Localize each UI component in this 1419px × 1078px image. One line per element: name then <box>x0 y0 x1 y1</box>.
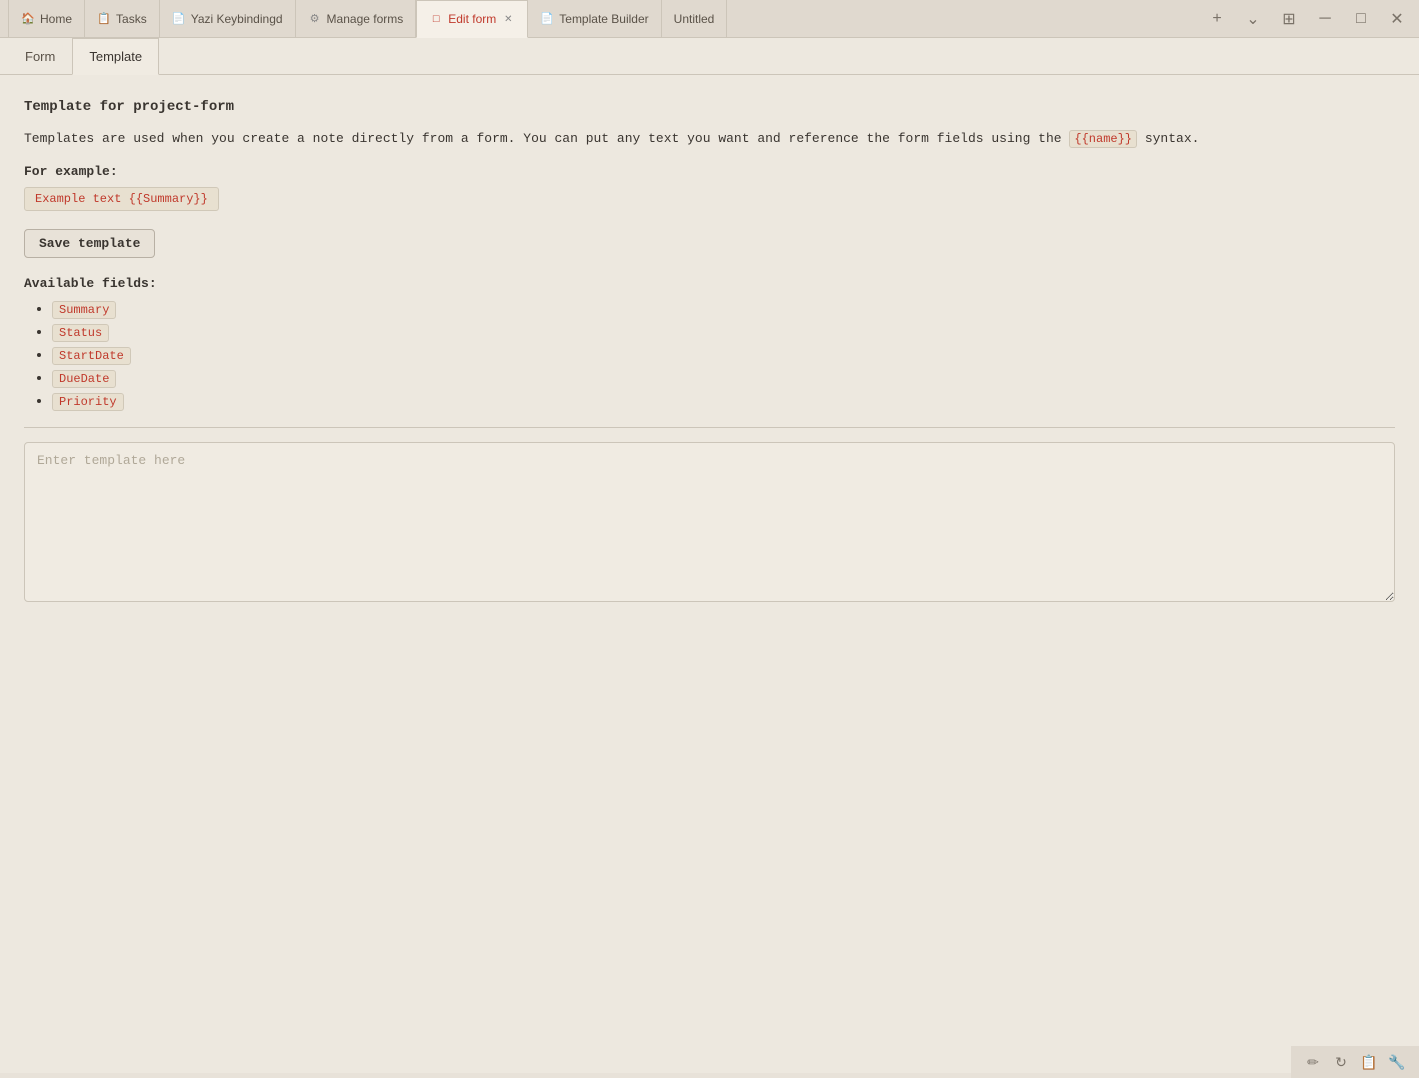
description-part1: Templates are used when you create a not… <box>24 131 1062 146</box>
statusbar-clipboard-icon[interactable]: 📋 <box>1359 1052 1379 1072</box>
list-item: StartDate <box>52 347 1395 365</box>
add-tab-button[interactable]: + <box>1203 5 1231 33</box>
template-textarea[interactable] <box>24 442 1395 602</box>
field-tag: Priority <box>52 393 124 411</box>
description-text: Templates are used when you create a not… <box>24 129 1395 150</box>
tab-home[interactable]: 🏠 Home <box>8 0 85 38</box>
field-tag: StartDate <box>52 347 131 365</box>
section-title: Template for project-form <box>24 99 1395 115</box>
tab-manage-forms[interactable]: ⚙ Manage forms <box>296 0 417 38</box>
tab-home-label: Home <box>40 12 72 26</box>
maximize-button[interactable]: □ <box>1347 5 1375 33</box>
minimize-button[interactable]: ─ <box>1311 5 1339 33</box>
tab-yazi-label: Yazi Keybindingd <box>191 12 283 26</box>
tab-form-label: Form <box>25 49 55 64</box>
titlebar-controls: + ⌄ ⊞ ─ □ ✕ <box>1203 5 1411 33</box>
yazi-icon: 📄 <box>172 12 186 26</box>
statusbar: ✏ ↻ 📋 🔧 <box>1291 1046 1419 1078</box>
close-window-button[interactable]: ✕ <box>1383 5 1411 33</box>
tab-tasks-label: Tasks <box>116 12 147 26</box>
tab-tasks[interactable]: 📋 Tasks <box>85 0 160 38</box>
tab-untitled-label: Untitled <box>674 12 715 26</box>
field-tag: Summary <box>52 301 116 319</box>
example-label: For example: <box>24 164 1395 179</box>
save-template-button[interactable]: Save template <box>24 229 155 258</box>
example-code-block: Example text {{Summary}} <box>24 187 219 211</box>
list-item: DueDate <box>52 370 1395 388</box>
chevron-button[interactable]: ⌄ <box>1239 5 1267 33</box>
description-part2: syntax. <box>1145 131 1200 146</box>
tab-template-label: Template <box>89 49 142 64</box>
content-tabs: Form Template <box>0 38 1419 75</box>
titlebar: 🏠 Home 📋 Tasks 📄 Yazi Keybindingd ⚙ Mana… <box>0 0 1419 38</box>
field-tag: DueDate <box>52 370 116 388</box>
main-content: Template for project-form Templates are … <box>0 75 1419 1073</box>
list-item: Priority <box>52 393 1395 411</box>
list-item: Summary <box>52 301 1395 319</box>
home-icon: 🏠 <box>21 12 35 26</box>
statusbar-settings-icon[interactable]: 🔧 <box>1387 1052 1407 1072</box>
tab-edit-form[interactable]: □ Edit form ✕ <box>416 0 528 38</box>
edit-form-icon: □ <box>429 12 443 26</box>
statusbar-edit-icon[interactable]: ✏ <box>1303 1052 1323 1072</box>
available-fields-label: Available fields: <box>24 276 1395 291</box>
tab-form[interactable]: Form <box>8 38 72 75</box>
template-builder-icon: 📄 <box>540 12 554 26</box>
tab-edit-form-label: Edit form <box>448 12 496 26</box>
tab-untitled[interactable]: Untitled <box>662 0 728 38</box>
field-tag: Status <box>52 324 109 342</box>
list-item: Status <box>52 324 1395 342</box>
fields-list: Summary Status StartDate DueDate Priority <box>24 301 1395 411</box>
tab-edit-form-close[interactable]: ✕ <box>501 12 515 26</box>
tab-manage-forms-label: Manage forms <box>327 12 404 26</box>
layout-button[interactable]: ⊞ <box>1275 5 1303 33</box>
statusbar-refresh-icon[interactable]: ↻ <box>1331 1052 1351 1072</box>
syntax-code: {{name}} <box>1069 130 1137 148</box>
tab-template-builder-label: Template Builder <box>559 12 648 26</box>
manage-forms-icon: ⚙ <box>308 12 322 26</box>
tasks-icon: 📋 <box>97 12 111 26</box>
tab-template-builder[interactable]: 📄 Template Builder <box>528 0 661 38</box>
divider <box>24 427 1395 428</box>
tab-template[interactable]: Template <box>72 38 159 75</box>
tab-yazi[interactable]: 📄 Yazi Keybindingd <box>160 0 296 38</box>
